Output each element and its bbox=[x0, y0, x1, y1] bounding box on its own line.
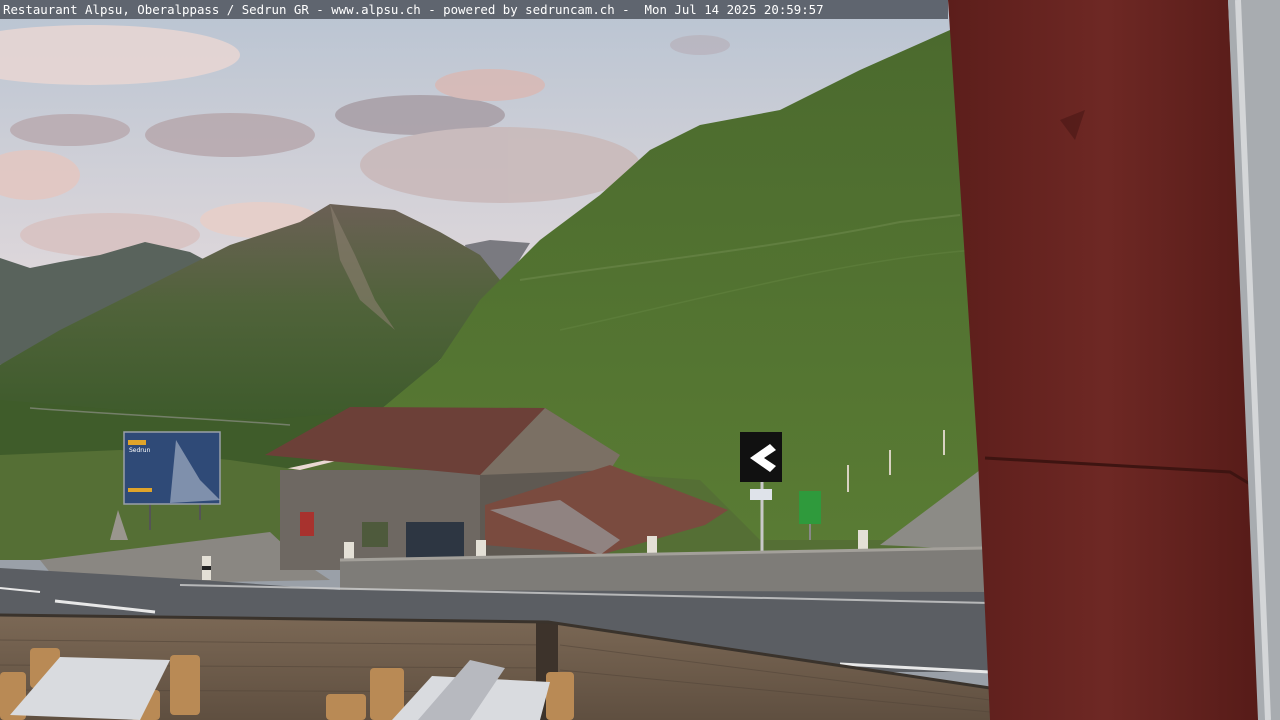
billboard-text: Sedrun bbox=[129, 447, 151, 454]
red-wooden-pillar bbox=[948, 0, 1262, 720]
landscape-photo: Sedrun bbox=[0, 0, 1280, 720]
webcam-scene: Sedrun bbox=[0, 0, 1280, 720]
hut-sign bbox=[406, 522, 464, 558]
hut-door bbox=[300, 512, 314, 536]
webcam-caption-overlay: Restaurant Alpsu, Oberalppass / Sedrun G… bbox=[0, 0, 948, 19]
